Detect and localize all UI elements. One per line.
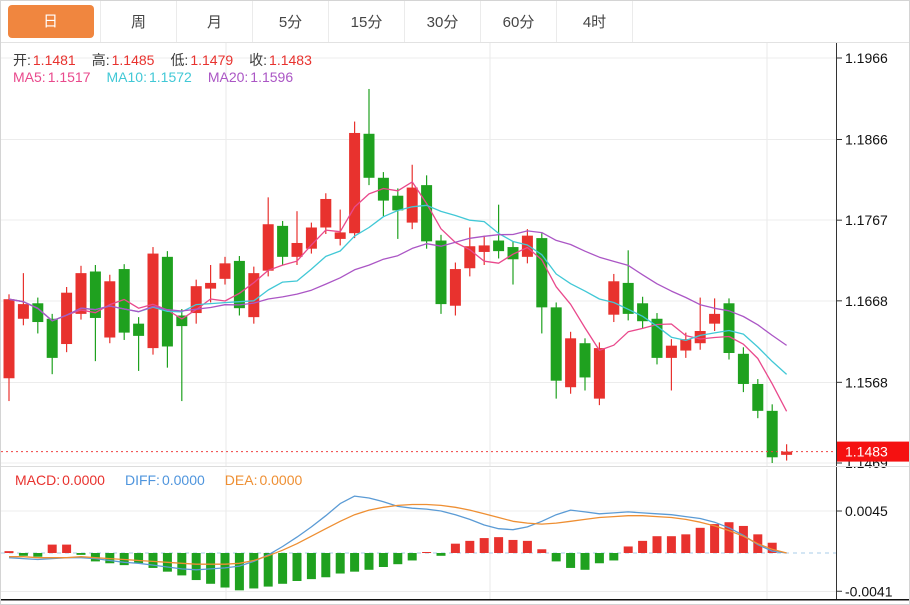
candles-layer	[4, 89, 793, 463]
tab-60分[interactable]: 60分	[481, 1, 557, 42]
legend-item: 收:1.1483	[249, 50, 312, 70]
svg-text:1.1568: 1.1568	[845, 374, 888, 390]
legend-item: 开:1.1481	[13, 50, 76, 70]
legend-item: MA20:1.1596	[208, 69, 293, 85]
tab-15分[interactable]: 15分	[329, 1, 405, 42]
main-gridlines	[1, 42, 836, 467]
tab-月[interactable]: 月	[177, 1, 253, 42]
tab-4时[interactable]: 4时	[557, 1, 633, 42]
svg-text:1.1866: 1.1866	[845, 131, 888, 147]
macd-legend: MACD:0.0000 DIFF:0.0000 DEA:0.0000	[15, 472, 302, 488]
candlestick-chart[interactable]: 1.19661.18661.17671.16681.15681.14691.14…	[1, 42, 910, 467]
tab-5分[interactable]: 5分	[253, 1, 329, 42]
svg-text:1.1483: 1.1483	[845, 444, 888, 460]
ohlc-legend: 开:1.1481 高:1.1485 低:1.1479 收:1.1483	[13, 50, 312, 70]
legend-item: MACD:0.0000	[15, 472, 105, 488]
svg-text:1.1668: 1.1668	[845, 293, 888, 309]
svg-text:1.1767: 1.1767	[845, 212, 888, 228]
legend-item: 低:1.1479	[170, 50, 233, 70]
tab-周[interactable]: 周	[101, 1, 177, 42]
tab-日[interactable]: 日	[1, 1, 101, 42]
macd-histogram	[5, 522, 777, 590]
svg-text:1.1966: 1.1966	[845, 50, 888, 66]
svg-text:-0.0041: -0.0041	[845, 583, 893, 599]
legend-item: MA5:1.1517	[13, 69, 91, 85]
ma-legend: MA5:1.1517 MA10:1.1572 MA20:1.1596	[13, 69, 293, 85]
panel-divider	[1, 466, 910, 467]
legend-item: MA10:1.1572	[107, 69, 192, 85]
legend-item: DIFF:0.0000	[125, 472, 205, 488]
legend-item: 高:1.1485	[92, 50, 155, 70]
tab-30分[interactable]: 30分	[405, 1, 481, 42]
main-price-axis: 1.19661.18661.17671.16681.15681.1469	[836, 42, 888, 471]
timeframe-tabs: 日周月5分15分30分60分4时	[1, 1, 910, 43]
svg-text:0.0045: 0.0045	[845, 503, 888, 519]
tab-active-button[interactable]: 日	[8, 5, 94, 38]
trading-chart-app: 日周月5分15分30分60分4时 开:1.1481 高:1.1485 低:1.147…	[0, 0, 910, 605]
candlestick-svg[interactable]: 1.19661.18661.17671.16681.15681.14691.14…	[1, 42, 910, 467]
legend-item: DEA:0.0000	[225, 472, 303, 488]
